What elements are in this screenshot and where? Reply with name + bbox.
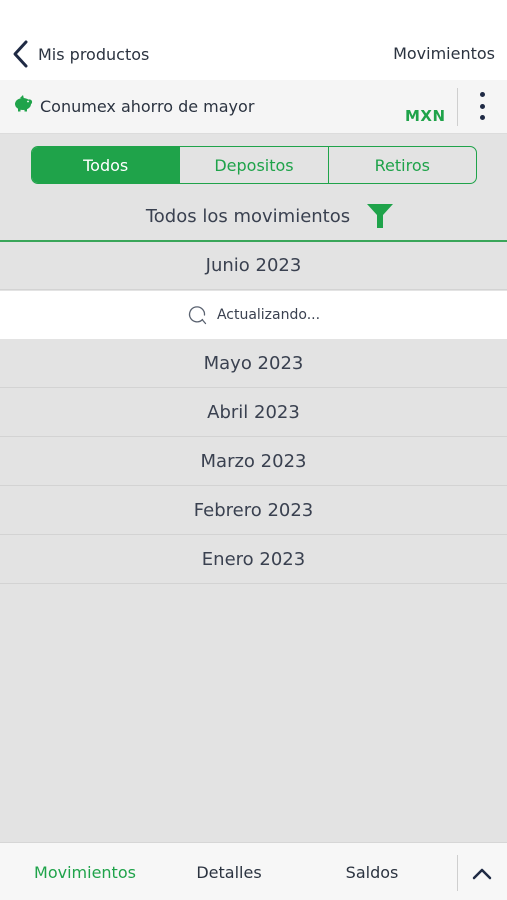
filter-title: Todos los movimientos — [145, 206, 351, 227]
loading-spinner-icon — [188, 306, 207, 325]
month-febrero-2023[interactable]: Febrero 2023 — [0, 487, 507, 535]
product-bar: Conumex ahorro de mayor MXN — [0, 80, 507, 134]
filter-icon[interactable] — [366, 202, 394, 230]
more-options-icon[interactable] — [470, 92, 494, 120]
back-label: Mis productos — [38, 44, 150, 64]
currency-label: MXN — [405, 107, 446, 125]
movement-type-tabs: Todos Depositos Retiros — [31, 146, 477, 184]
tab-todos[interactable]: Todos — [32, 147, 180, 183]
nav-tab-saldos[interactable]: Saldos — [298, 843, 446, 900]
month-marzo-2023[interactable]: Marzo 2023 — [0, 438, 507, 486]
chevron-up-icon[interactable] — [470, 863, 494, 883]
month-mayo-2023[interactable]: Mayo 2023 — [0, 340, 507, 388]
bottom-nav: Movimientos Detalles Saldos — [0, 842, 507, 900]
divider — [457, 88, 458, 126]
nav-tab-movimientos[interactable]: Movimientos — [0, 843, 170, 900]
tab-depositos[interactable]: Depositos — [179, 147, 327, 183]
top-bar: Mis productos Movimientos — [0, 0, 507, 80]
month-abril-2023[interactable]: Abril 2023 — [0, 389, 507, 437]
piggy-bank-icon — [15, 95, 33, 112]
divider — [457, 855, 458, 891]
tab-retiros[interactable]: Retiros — [327, 147, 476, 183]
month-junio-2023[interactable]: Junio 2023 — [0, 242, 507, 290]
filter-row: Todos los movimientos — [0, 192, 507, 240]
month-enero-2023[interactable]: Enero 2023 — [0, 536, 507, 584]
loading-row: Actualizando... — [0, 291, 507, 339]
chevron-left-icon — [13, 40, 28, 68]
page-title: Movimientos — [393, 44, 495, 63]
loading-text: Actualizando... — [216, 307, 321, 323]
product-name: Conumex ahorro de mayor — [40, 97, 255, 116]
nav-tab-detalles[interactable]: Detalles — [150, 843, 308, 900]
back-button[interactable]: Mis productos — [10, 38, 149, 70]
